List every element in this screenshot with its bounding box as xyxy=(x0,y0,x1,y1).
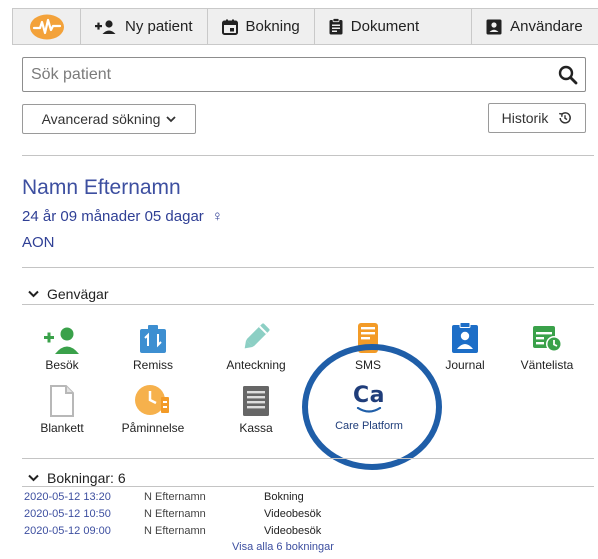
blank-form-icon xyxy=(50,385,74,417)
booking-date[interactable]: 2020-05-12 09:00 xyxy=(24,525,144,537)
shortcut-label: Journal xyxy=(445,358,485,372)
history-icon xyxy=(559,112,572,124)
bookings-title: Bokningar: 6 xyxy=(47,470,126,486)
shortcuts-toggle[interactable]: Genvägar xyxy=(28,286,108,302)
shortcut-label: Besök xyxy=(45,358,79,372)
booking-date[interactable]: 2020-05-12 10:50 xyxy=(24,508,144,520)
booking-type: Videobesök xyxy=(264,525,322,537)
shortcut-label: Anteckning xyxy=(226,358,286,372)
smile-icon xyxy=(356,407,382,413)
divider xyxy=(22,486,594,487)
shortcut-label: Kassa xyxy=(239,421,273,435)
patient-age: 24 år 09 månader 05 dagar ♀ xyxy=(22,208,223,225)
divider xyxy=(22,458,594,459)
shortcut-blankett[interactable]: Blankett xyxy=(17,385,107,435)
booking-patient: N Efternamn xyxy=(144,525,206,537)
shortcut-label: Påminnelse xyxy=(121,421,185,435)
search-input[interactable] xyxy=(23,58,551,91)
waitlist-calendar-icon xyxy=(533,326,562,352)
divider xyxy=(22,267,594,268)
user-button[interactable]: Användare xyxy=(472,9,597,44)
shortcut-label: Väntelista xyxy=(520,358,574,372)
booking-type: Videobesök xyxy=(264,508,322,520)
journal-icon xyxy=(452,322,478,353)
document-button[interactable]: Dokument xyxy=(315,9,473,44)
cash-register-icon xyxy=(243,386,269,416)
divider xyxy=(22,304,594,305)
shortcut-journal[interactable]: Journal xyxy=(420,322,510,372)
shortcut-remiss[interactable]: Remiss xyxy=(108,322,198,372)
document-label: Dokument xyxy=(350,18,420,35)
female-icon: ♀ xyxy=(211,208,224,225)
bookings-toggle[interactable]: Bokningar: 6 xyxy=(28,470,126,486)
shortcut-vantelista[interactable]: Väntelista xyxy=(502,322,592,372)
history-label: Historik xyxy=(501,110,549,126)
booking-patient: N Efternamn xyxy=(144,491,206,503)
shortcut-label: Remiss xyxy=(132,358,173,372)
shortcut-anteckning[interactable]: Anteckning xyxy=(211,322,301,372)
app-logo[interactable] xyxy=(13,9,81,44)
shortcuts-title: Genvägar xyxy=(47,286,109,302)
patient-age-text: 24 år 09 månader 05 dagar xyxy=(22,208,204,225)
pencil-icon xyxy=(244,323,270,349)
care-platform-button[interactable]: Ca Care Platform xyxy=(329,383,409,433)
booking-row[interactable]: 2020-05-12 09:00 N Efternamn Videobesök xyxy=(24,525,321,537)
user-label: Användare xyxy=(510,18,583,35)
care-platform-label: Care Platform xyxy=(335,420,403,432)
booking-patient: N Efternamn xyxy=(144,508,206,520)
clipboard-icon xyxy=(329,18,343,35)
patient-name[interactable]: Namn Efternamn xyxy=(22,176,181,200)
chevron-down-icon xyxy=(28,290,39,298)
search-icon[interactable] xyxy=(551,58,585,91)
add-person-icon xyxy=(44,327,79,354)
booking-button[interactable]: Bokning xyxy=(208,9,315,44)
shortcut-label: Blankett xyxy=(40,421,84,435)
patient-search xyxy=(22,57,586,92)
divider xyxy=(22,155,594,156)
heartbeat-logo-icon xyxy=(29,14,64,39)
reminder-clock-icon xyxy=(135,385,169,415)
shortcut-besok[interactable]: Besök xyxy=(17,322,107,372)
chevron-down-icon xyxy=(166,115,177,122)
patient-id: AON xyxy=(22,234,55,251)
shortcut-kassa[interactable]: Kassa xyxy=(211,385,301,435)
user-card-icon xyxy=(486,19,502,34)
shortcut-paminnelse[interactable]: Påminnelse xyxy=(108,385,198,435)
chevron-down-icon xyxy=(28,474,39,482)
add-person-icon xyxy=(95,19,116,34)
new-patient-label: Ny patient xyxy=(125,18,193,35)
booking-row[interactable]: 2020-05-12 10:50 N Efternamn Videobesök xyxy=(24,508,321,520)
referral-icon xyxy=(140,325,166,353)
show-all-bookings-link[interactable]: Visa alla 6 bokningar xyxy=(232,541,334,553)
new-patient-button[interactable]: Ny patient xyxy=(81,9,208,44)
booking-row[interactable]: 2020-05-12 13:20 N Efternamn Bokning xyxy=(24,491,304,503)
advanced-search-dropdown[interactable]: Avancerad sökning xyxy=(22,104,196,134)
care-platform-logo-text: Ca xyxy=(353,383,385,408)
top-toolbar: Ny patient Bokning Dokument Användare xyxy=(12,8,598,45)
calendar-icon xyxy=(221,19,238,35)
advanced-search-label: Avancerad sökning xyxy=(41,111,161,127)
booking-type: Bokning xyxy=(264,491,304,503)
booking-date[interactable]: 2020-05-12 13:20 xyxy=(24,491,144,503)
history-button[interactable]: Historik xyxy=(488,103,586,133)
booking-label: Bokning xyxy=(245,18,300,35)
